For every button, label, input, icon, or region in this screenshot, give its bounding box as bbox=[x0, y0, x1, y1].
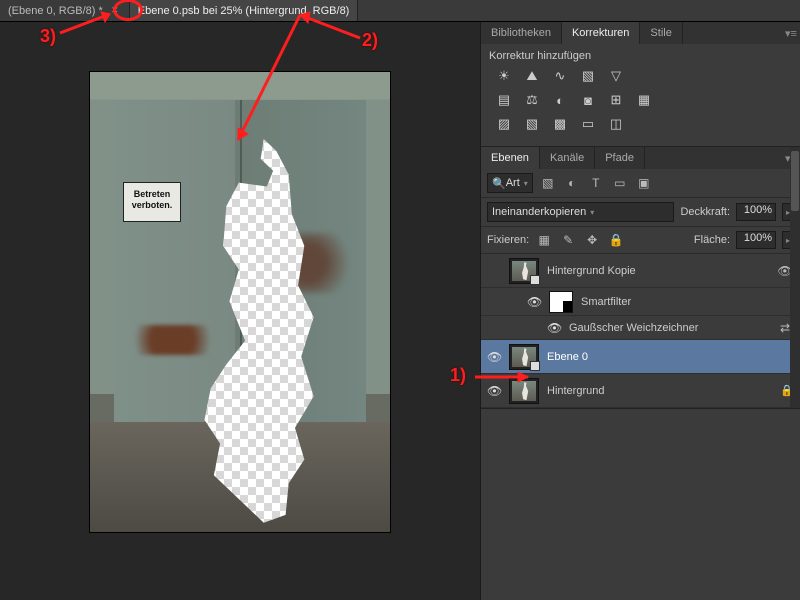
blend-mode-dropdown[interactable]: Ineinanderkopieren ▾ bbox=[487, 202, 674, 222]
adjustment-icon-row-3: ▨ ▧ ▩ ▭ ◫ bbox=[495, 116, 792, 132]
lut-icon[interactable]: ▦ bbox=[635, 92, 653, 108]
vibrance-icon[interactable]: ▽ bbox=[607, 68, 625, 84]
balance-icon[interactable]: ⚖ bbox=[523, 92, 541, 108]
selective-color-icon[interactable]: ◫ bbox=[607, 116, 625, 132]
tab-bibliotheken[interactable]: Bibliotheken bbox=[481, 22, 562, 44]
layer-thumbnail[interactable] bbox=[509, 344, 539, 370]
right-panel-stack: Bibliotheken Korrekturen Stile ▾≡ Korrek… bbox=[480, 22, 800, 600]
smart-object-badge bbox=[530, 361, 540, 371]
visibility-toggle[interactable]: 👁 bbox=[487, 384, 501, 398]
lock-all-icon[interactable]: 🔒 bbox=[607, 231, 625, 249]
adjustments-panel-tabs: Bibliotheken Korrekturen Stile ▾≡ bbox=[481, 22, 800, 44]
adjustment-icon-row-1: ☀ ⛰ ∿ ▧ ▽ bbox=[495, 68, 792, 84]
layer-name[interactable]: Hintergrund bbox=[547, 385, 772, 397]
document-tab-1[interactable]: (Ebene 0, RGB/8) * ✕ bbox=[0, 0, 130, 21]
layer-row-smartfilter[interactable]: 👁 Smartfilter bbox=[481, 288, 800, 316]
layer-filter-dropdown[interactable]: 🔍 Art ▾ bbox=[487, 173, 533, 193]
tab-label: Ebene 0.psb bei 25% (Hintergrund, RGB/8) bbox=[138, 5, 350, 17]
hue-icon[interactable]: ▤ bbox=[495, 92, 513, 108]
filter-mask-thumbnail[interactable] bbox=[549, 291, 573, 313]
photo-filter-icon[interactable]: ◙ bbox=[579, 92, 597, 108]
posterize-icon[interactable]: ▧ bbox=[523, 116, 541, 132]
layer-name[interactable]: Hintergrund Kopie bbox=[547, 265, 768, 277]
bw-icon[interactable]: ◐ bbox=[551, 92, 569, 108]
chevron-down-icon: ▾ bbox=[524, 179, 528, 188]
lock-move-icon[interactable]: ✥ bbox=[583, 231, 601, 249]
search-icon: 🔍 bbox=[492, 177, 506, 190]
filter-adjust-icon[interactable]: ◐ bbox=[563, 174, 581, 192]
adjustments-panel: Bibliotheken Korrekturen Stile ▾≡ Korrek… bbox=[481, 22, 800, 147]
opacity-value[interactable]: 100% bbox=[736, 203, 776, 221]
layer-name[interactable]: Ebene 0 bbox=[547, 351, 794, 363]
panel-menu-icon[interactable]: ▾≡ bbox=[782, 22, 800, 44]
document-tab-bar: (Ebene 0, RGB/8) * ✕ Ebene 0.psb bei 25%… bbox=[0, 0, 800, 22]
lock-transparent-icon[interactable]: ▦ bbox=[535, 231, 553, 249]
adjustment-icon-row-2: ▤ ⚖ ◐ ◙ ⊞ ▦ bbox=[495, 92, 792, 108]
levels-icon[interactable]: ⛰ bbox=[523, 68, 541, 84]
brightness-icon[interactable]: ☀ bbox=[495, 68, 513, 84]
layer-list: Hintergrund Kopie 👁 👁 Smartfilter 👁 Gauß… bbox=[481, 254, 800, 408]
visibility-toggle[interactable]: 👁 bbox=[487, 350, 501, 364]
filter-smart-icon[interactable]: ▣ bbox=[635, 174, 653, 192]
tab-label: (Ebene 0, RGB/8) * bbox=[8, 5, 103, 17]
tab-korrekturen[interactable]: Korrekturen bbox=[562, 22, 640, 44]
curves-icon[interactable]: ∿ bbox=[551, 68, 569, 84]
canvas-area[interactable]: Betretenverboten. bbox=[0, 22, 480, 600]
filter-shape-icon[interactable]: ▭ bbox=[611, 174, 629, 192]
exposure-icon[interactable]: ▧ bbox=[579, 68, 597, 84]
layers-scrollbar[interactable] bbox=[790, 147, 800, 408]
lock-fill-row: Fixieren: ▦ ✎ ✥ 🔒 Fläche: 100% ▸ bbox=[481, 227, 800, 254]
filter-type-icon[interactable]: T bbox=[587, 174, 605, 192]
layer-name[interactable]: Gaußscher Weichzeichner bbox=[569, 322, 768, 334]
close-icon[interactable]: ✕ bbox=[109, 5, 121, 17]
layer-row-hintergrund[interactable]: 👁 Hintergrund 🔒 bbox=[481, 374, 800, 408]
layer-row-ebene-0[interactable]: 👁 Ebene 0 bbox=[481, 340, 800, 374]
layer-filter-bar: 🔍 Art ▾ ▧ ◐ T ▭ ▣ bbox=[481, 169, 800, 198]
visibility-toggle[interactable]: 👁 bbox=[547, 321, 561, 335]
layer-thumbnail[interactable] bbox=[509, 378, 539, 404]
transparency-silhouette bbox=[90, 72, 390, 532]
document-tab-2[interactable]: Ebene 0.psb bei 25% (Hintergrund, RGB/8) bbox=[130, 0, 359, 21]
adjustments-title: Korrektur hinzufügen bbox=[489, 50, 792, 62]
fill-label: Fläche: bbox=[694, 234, 730, 246]
layer-row-hintergrund-kopie[interactable]: Hintergrund Kopie 👁 bbox=[481, 254, 800, 288]
layers-panel: Ebenen Kanäle Pfade ▾≡ 🔍 Art ▾ ▧ ◐ T ▭ ▣… bbox=[481, 147, 800, 409]
tab-stile[interactable]: Stile bbox=[640, 22, 682, 44]
lock-label: Fixieren: bbox=[487, 234, 529, 246]
channel-mixer-icon[interactable]: ⊞ bbox=[607, 92, 625, 108]
visibility-toggle[interactable]: 👁 bbox=[527, 295, 541, 309]
tab-pfade[interactable]: Pfade bbox=[595, 147, 645, 169]
document-canvas[interactable]: Betretenverboten. bbox=[90, 72, 390, 532]
smart-object-badge bbox=[530, 275, 540, 285]
layers-panel-tabs: Ebenen Kanäle Pfade ▾≡ bbox=[481, 147, 800, 169]
layer-name[interactable]: Smartfilter bbox=[581, 296, 794, 308]
blend-opacity-row: Ineinanderkopieren ▾ Deckkraft: 100% ▸ bbox=[481, 198, 800, 227]
threshold-icon[interactable]: ▩ bbox=[551, 116, 569, 132]
chevron-down-icon: ▾ bbox=[590, 208, 594, 217]
invert-icon[interactable]: ▨ bbox=[495, 116, 513, 132]
filter-pixel-icon[interactable]: ▧ bbox=[539, 174, 557, 192]
tab-kanaele[interactable]: Kanäle bbox=[540, 147, 595, 169]
layer-row-gauss[interactable]: 👁 Gaußscher Weichzeichner ⇄ bbox=[481, 316, 800, 340]
tab-ebenen[interactable]: Ebenen bbox=[481, 147, 540, 169]
fill-value[interactable]: 100% bbox=[736, 231, 776, 249]
opacity-label: Deckkraft: bbox=[680, 206, 730, 218]
lock-brush-icon[interactable]: ✎ bbox=[559, 231, 577, 249]
gradient-map-icon[interactable]: ▭ bbox=[579, 116, 597, 132]
layer-thumbnail[interactable] bbox=[509, 258, 539, 284]
